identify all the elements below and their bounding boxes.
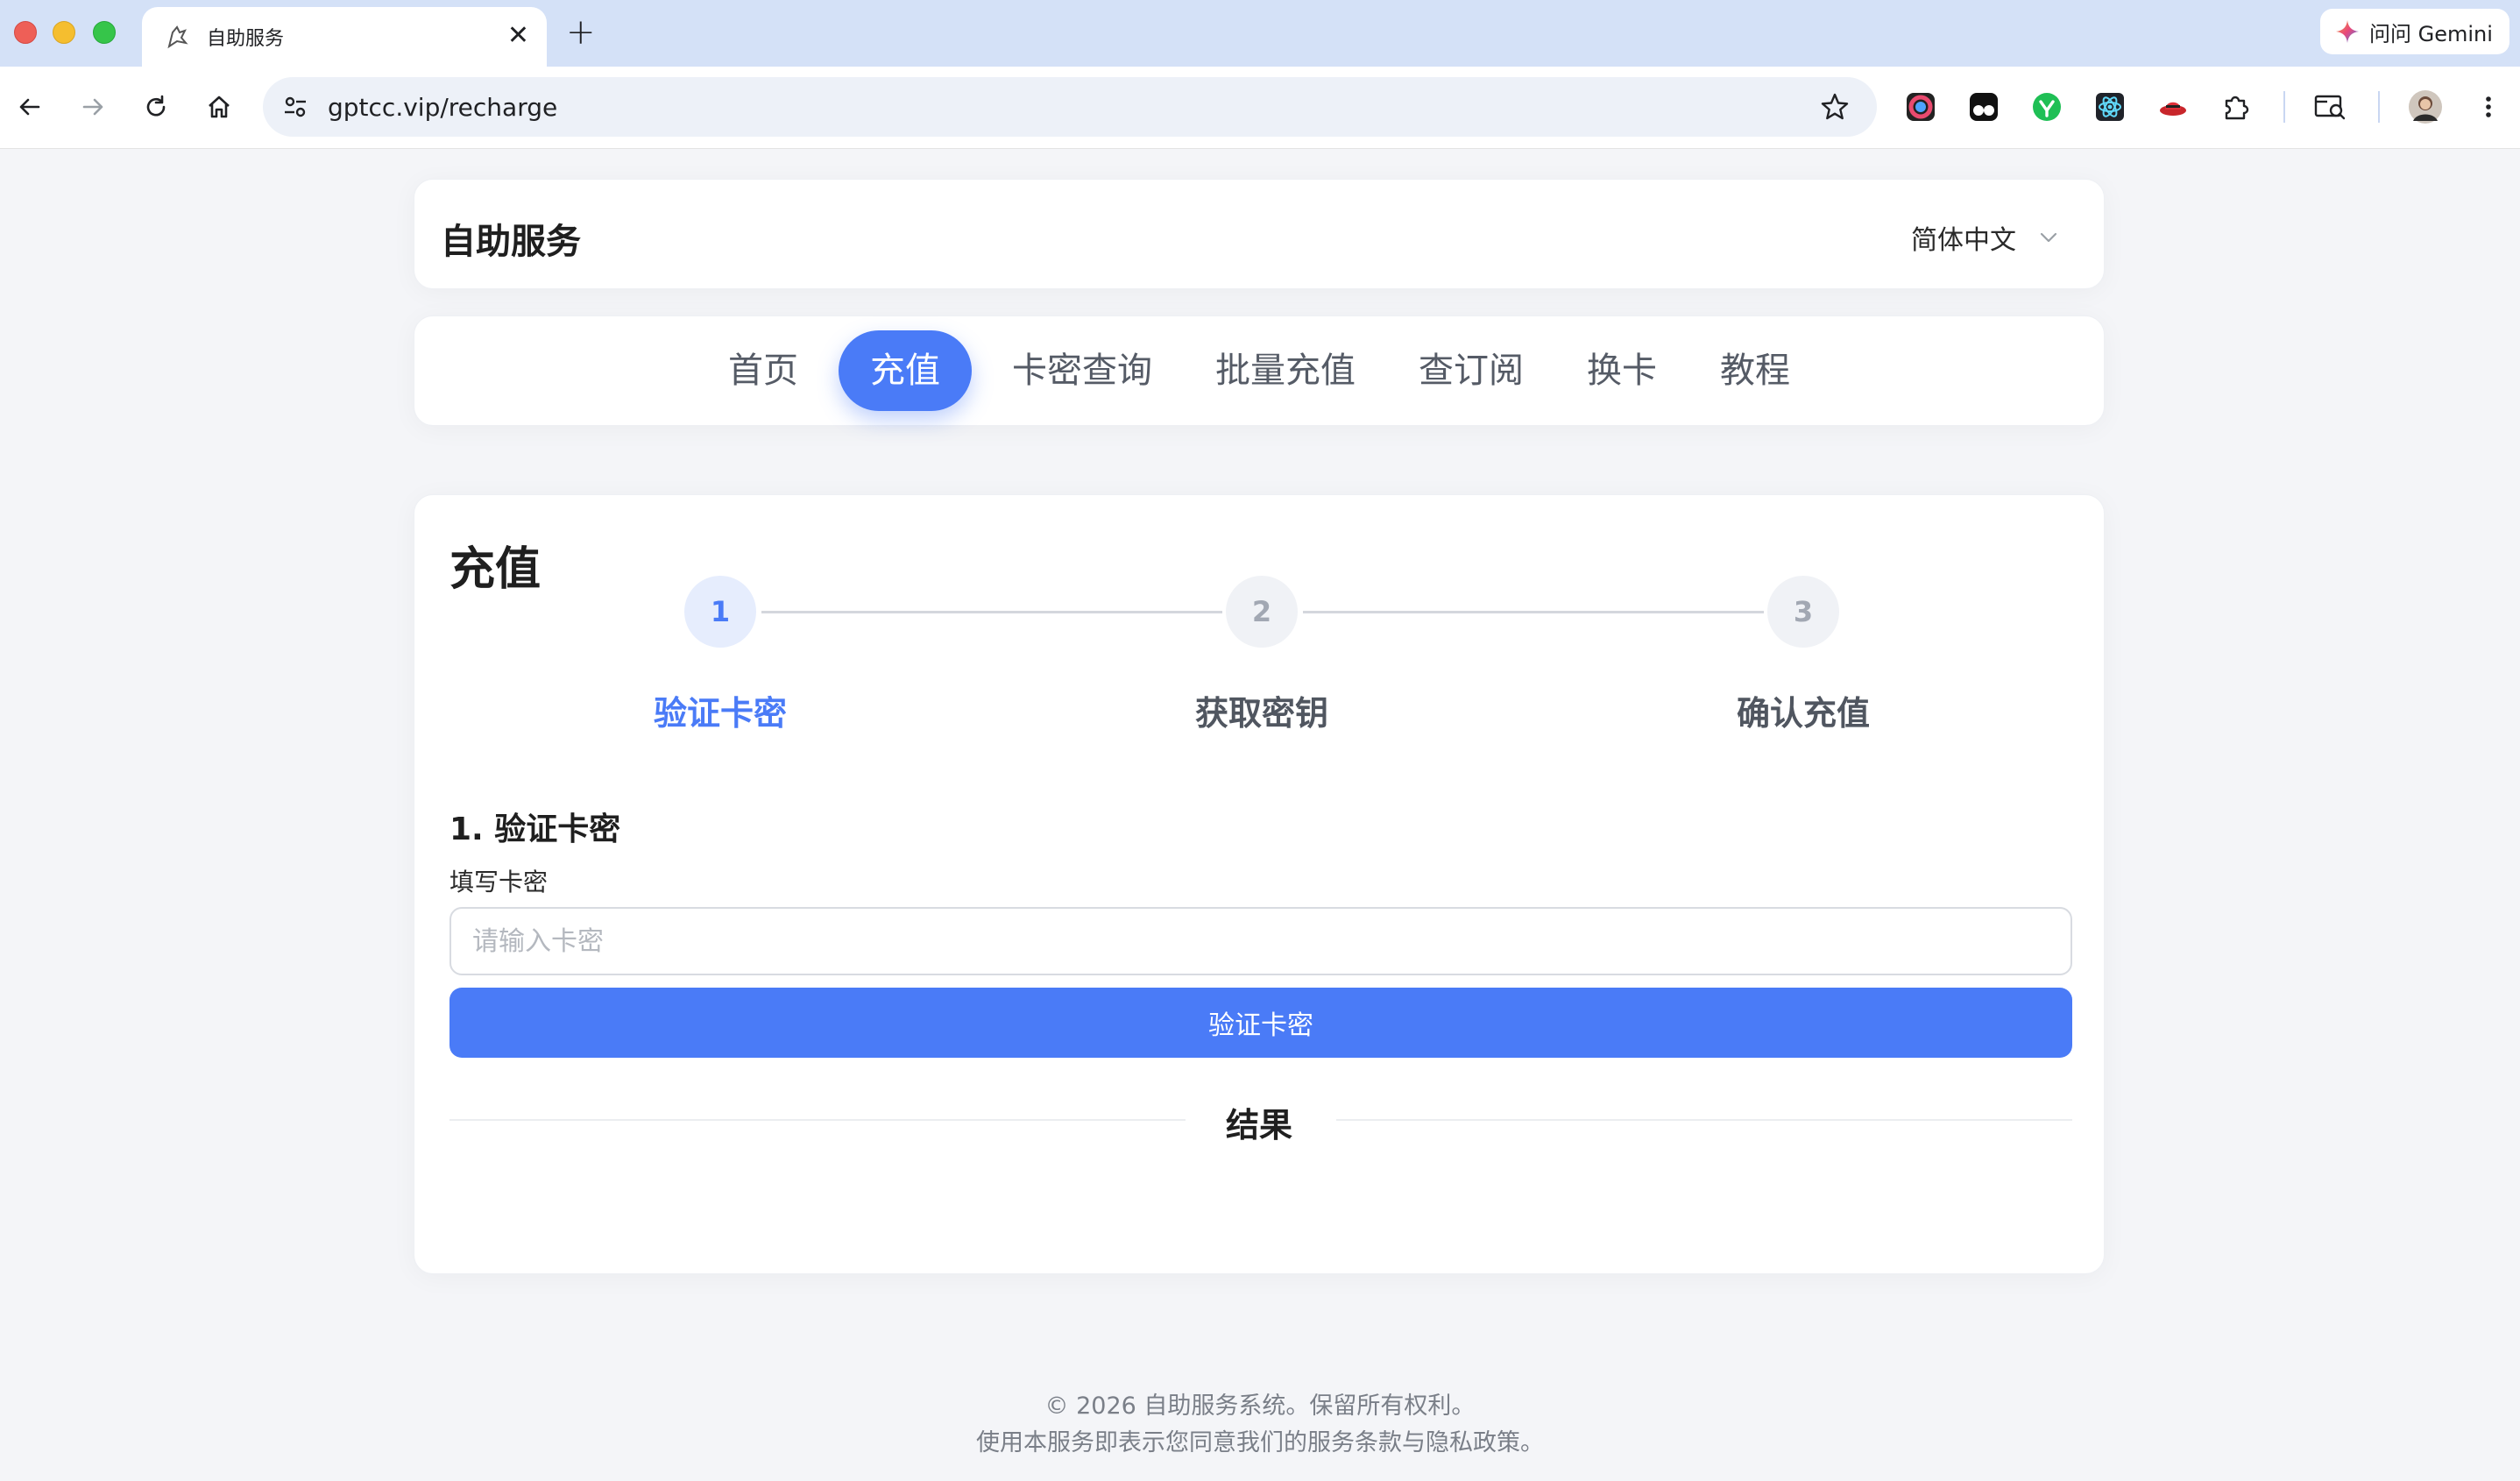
step-3-circle: 3: [1767, 576, 1839, 648]
profile-avatar[interactable]: [2408, 89, 2443, 124]
toolbar-separator: [2283, 91, 2285, 123]
section-title: 1. 验证卡密: [449, 811, 621, 847]
ask-gemini-button[interactable]: 问问 Gemini: [2320, 9, 2509, 54]
step-2-circle: 2: [1226, 576, 1298, 648]
nav-item-recharge[interactable]: 充值: [839, 330, 972, 411]
gemini-label: 问问 Gemini: [2369, 21, 2493, 46]
nav-item-batch-recharge[interactable]: 批量充值: [1193, 330, 1378, 411]
url-text: gptcc.vip/recharge: [328, 92, 558, 122]
browser-toolbar: gptcc.vip/recharge: [0, 67, 2520, 149]
nav-item-tutorial[interactable]: 教程: [1697, 330, 1813, 411]
result-heading: 结果: [1225, 1106, 1292, 1144]
browser-tab-active[interactable]: 自助服务 ✕: [142, 7, 547, 67]
home-icon[interactable]: [200, 88, 238, 126]
main-nav: 首页 充值 卡密查询 批量充值 查订阅 换卡 教程: [414, 315, 2105, 426]
minimize-window-button[interactable]: [53, 21, 75, 44]
gemini-sparkle-icon: [2334, 18, 2361, 45]
close-window-button[interactable]: [14, 21, 37, 44]
maximize-window-button[interactable]: [93, 21, 116, 44]
step-connector: [1303, 611, 1764, 613]
color-picker-extension-icon[interactable]: [1903, 89, 1938, 124]
nav-item-change-card[interactable]: 换卡: [1564, 330, 1680, 411]
nav-item-card-query[interactable]: 卡密查询: [989, 330, 1175, 411]
reload-icon[interactable]: [137, 88, 175, 126]
tab-title: 自助服务: [207, 28, 285, 50]
terms-text: 使用本服务即表示您同意我们的服务条款与隐私政策。: [976, 1429, 1544, 1456]
page-footer: © 2026 自助服务系统。保留所有权利。 使用本服务即表示您同意我们的服务条款…: [0, 1388, 2520, 1462]
toolbar-separator: [2378, 91, 2380, 123]
recharge-card: 充值 1 2 3 验证卡密 获取密钥 确认充值 1. 验证卡密 填写卡密 验证卡…: [414, 494, 2105, 1274]
site-title: 自助服务: [441, 222, 581, 262]
language-select[interactable]: 简体中文: [1911, 218, 2060, 257]
site-info-icon[interactable]: [280, 92, 310, 122]
new-tab-button[interactable]: +: [566, 12, 596, 53]
tampermonkey-extension-icon[interactable]: [1966, 89, 2001, 124]
extensions-puzzle-icon[interactable]: [2219, 89, 2254, 124]
site-header: 自助服务 简体中文: [414, 179, 2105, 289]
nav-item-check-subscription[interactable]: 查订阅: [1396, 330, 1547, 411]
page-content: 自助服务 简体中文 首页 充值 卡密查询 批量充值 查订阅 换卡 教程 充值 1…: [0, 149, 2520, 1481]
copyright-text: © 2026 自助服务系统。保留所有权利。: [1044, 1392, 1476, 1420]
tab-close-icon[interactable]: ✕: [507, 23, 529, 49]
page-title: 充值: [449, 543, 542, 596]
card-code-label: 填写卡密: [449, 868, 549, 896]
site-favicon-icon: [163, 23, 191, 51]
chevron-down-icon: [2037, 226, 2060, 249]
more-menu-icon[interactable]: [2471, 89, 2506, 124]
language-label: 简体中文: [1911, 225, 2016, 256]
red-hat-extension-icon[interactable]: [2155, 89, 2191, 124]
nav-item-home[interactable]: 首页: [705, 330, 821, 411]
verify-card-button[interactable]: 验证卡密: [449, 988, 2072, 1058]
green-check-extension-icon[interactable]: [2029, 89, 2064, 124]
tab-search-icon[interactable]: [2313, 89, 2348, 124]
step-1-label: 验证卡密: [653, 694, 787, 733]
step-2-label: 获取密钥: [1194, 694, 1328, 733]
step-connector: [761, 611, 1222, 613]
step-3-label: 确认充值: [1736, 694, 1870, 733]
step-1-circle: 1: [684, 576, 756, 648]
react-devtools-extension-icon[interactable]: [2092, 89, 2127, 124]
bookmark-star-icon[interactable]: [1817, 89, 1852, 124]
back-icon[interactable]: [11, 88, 49, 126]
card-code-input[interactable]: [449, 907, 2072, 975]
address-bar[interactable]: gptcc.vip/recharge: [263, 77, 1877, 137]
browser-tab-strip: 自助服务 ✕ + 问问 Gemini: [0, 0, 2520, 67]
forward-icon[interactable]: [74, 88, 112, 126]
